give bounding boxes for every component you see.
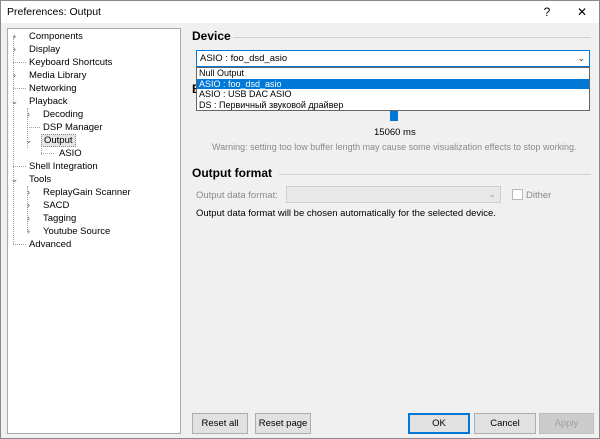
tree-item-playback[interactable]: ⌄ Playback	[10, 95, 70, 108]
tree-item-label: Display	[29, 44, 61, 55]
tree-item-shell-integration[interactable]: Shell Integration	[10, 160, 100, 173]
chevron-right-icon[interactable]: ›	[24, 186, 33, 199]
section-divider	[233, 37, 591, 38]
preferences-window: Preferences: Output ? ✕ › Components › D…	[0, 0, 600, 439]
output-format-section-title: Output format	[192, 166, 272, 180]
tree-item-youtube-source[interactable]: › Youtube Source	[24, 225, 112, 238]
reset-page-button[interactable]: Reset page	[255, 413, 311, 434]
chevron-right-icon[interactable]: ›	[10, 30, 19, 43]
window-title: Preferences: Output	[7, 6, 101, 18]
tree-item-label: DSP Manager	[43, 122, 103, 133]
title-bar: Preferences: Output ? ✕	[1, 1, 599, 23]
device-option[interactable]: Null Output	[197, 68, 589, 79]
tree-item-asio[interactable]: ASIO	[52, 147, 84, 160]
tree-item-output[interactable]: ⌄ Output	[24, 134, 76, 147]
tree-item-sacd[interactable]: › SACD	[24, 199, 71, 212]
tree-item-label: Decoding	[43, 109, 84, 120]
reset-all-button[interactable]: Reset all	[192, 413, 248, 434]
tree-item-keyboard-shortcuts[interactable]: Keyboard Shortcuts	[10, 56, 114, 69]
preferences-tree[interactable]: › Components › Display Keyboard Shortcut…	[7, 28, 181, 434]
tree-item-label: Playback	[29, 96, 68, 107]
tree-item-label: ReplayGain Scanner	[43, 187, 131, 198]
device-dropdown-list[interactable]: Null Output ASIO : foo_dsd_asio ASIO : U…	[196, 67, 590, 111]
help-button[interactable]: ?	[532, 1, 562, 23]
output-format-info: Output data format will be chosen automa…	[196, 208, 496, 219]
device-option[interactable]: DS : Первичный звуковой драйвер	[197, 100, 589, 111]
tree-item-label: Media Library	[29, 70, 87, 81]
dither-label: Dither	[526, 190, 552, 201]
tree-item-media-library[interactable]: › Media Library	[10, 69, 89, 82]
tree-item-label: SACD	[43, 200, 70, 211]
tree-item-label: Youtube Source	[43, 226, 111, 237]
chevron-down-icon[interactable]: ⌄	[10, 95, 19, 108]
dither-checkbox[interactable]	[512, 189, 523, 200]
device-select-value: ASIO : foo_dsd_asio	[200, 53, 288, 64]
cancel-button[interactable]: Cancel	[474, 413, 536, 434]
chevron-down-icon: ⌄	[488, 189, 496, 199]
tree-item-display[interactable]: › Display	[10, 43, 62, 56]
device-section-title: Device	[192, 29, 231, 43]
tree-item-label: Advanced	[29, 239, 72, 250]
chevron-right-icon[interactable]: ›	[24, 108, 33, 121]
close-button[interactable]: ✕	[567, 1, 597, 23]
buffer-warning: Warning: setting too low buffer length m…	[212, 142, 577, 152]
buffer-length-value: 15060 ms	[374, 127, 416, 138]
device-option-highlighted[interactable]: ASIO : foo_dsd_asio	[197, 78, 589, 89]
apply-button[interactable]: Apply	[539, 413, 594, 434]
tree-item-label: Tagging	[43, 213, 77, 224]
tree-item-tagging[interactable]: › Tagging	[24, 212, 78, 225]
buffer-length-slider-thumb[interactable]	[390, 111, 398, 121]
tree-item-dsp-manager[interactable]: DSP Manager	[24, 121, 105, 134]
chevron-right-icon[interactable]: ›	[10, 69, 19, 82]
section-divider	[279, 174, 591, 175]
tree-item-components[interactable]: › Components	[10, 30, 85, 43]
tree-item-networking[interactable]: Networking	[10, 82, 79, 95]
chevron-right-icon[interactable]: ›	[24, 225, 33, 238]
chevron-right-icon[interactable]: ›	[24, 199, 33, 212]
tree-item-tools[interactable]: ⌄ Tools	[10, 173, 53, 186]
tree-item-decoding[interactable]: › Decoding	[24, 108, 85, 121]
tree-item-label: ASIO	[59, 148, 82, 159]
device-select[interactable]: ASIO : foo_dsd_asio ⌄	[196, 50, 590, 67]
tree-item-label: Output	[41, 134, 76, 147]
tree-item-advanced[interactable]: Advanced	[10, 238, 73, 251]
chevron-down-icon[interactable]: ⌄	[24, 134, 33, 147]
output-data-format-select[interactable]: ⌄	[286, 186, 501, 203]
chevron-down-icon: ⌄	[577, 53, 585, 63]
chevron-right-icon[interactable]: ›	[24, 212, 33, 225]
ok-button[interactable]: OK	[408, 413, 470, 434]
device-option[interactable]: ASIO : USB DAC ASIO	[197, 89, 589, 100]
output-data-format-label: Output data format:	[196, 190, 278, 201]
chevron-right-icon[interactable]: ›	[10, 43, 19, 56]
tree-item-label: Tools	[29, 174, 52, 185]
tree-item-label: Keyboard Shortcuts	[29, 57, 113, 68]
tree-item-label: Components	[29, 31, 83, 42]
tree-item-label: Networking	[29, 83, 77, 94]
tree-item-label: Shell Integration	[29, 161, 98, 172]
chevron-down-icon[interactable]: ⌄	[10, 173, 19, 186]
tree-item-replaygain-scanner[interactable]: › ReplayGain Scanner	[24, 186, 133, 199]
